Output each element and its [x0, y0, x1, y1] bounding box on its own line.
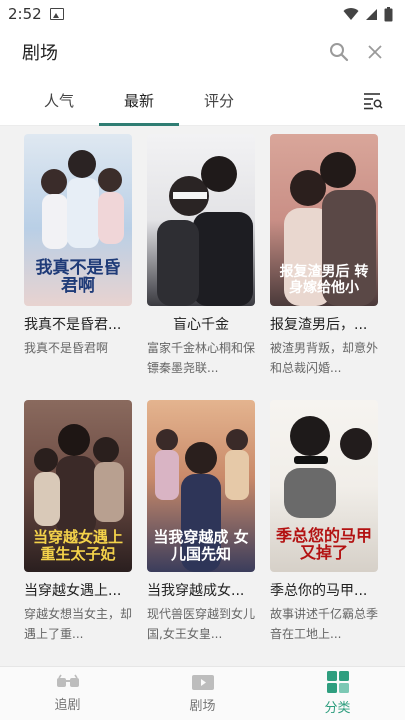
- poster-title-text: 报复渣男后 转身嫁给他小: [279, 264, 369, 296]
- drama-title: 当我穿越成女...: [147, 583, 245, 599]
- drama-description: 被渣男背叛，却意外和总裁闪婚...: [270, 341, 378, 375]
- tab-popularity[interactable]: 人气: [19, 76, 99, 126]
- signal-icon: [366, 8, 377, 20]
- drama-title: 季总你的马甲...: [270, 583, 368, 599]
- drama-description: 我真不是昏君啊: [24, 341, 109, 355]
- drama-poster[interactable]: 当穿越女遇上重生太子妃: [24, 400, 132, 572]
- tab-latest[interactable]: 最新: [99, 76, 179, 126]
- tv-icon: [191, 675, 214, 690]
- drama-description: 富家千金林心桐和保镖秦墨尧联...: [147, 341, 255, 375]
- poster-title-text: 当穿越女遇上重生太子妃: [32, 528, 123, 563]
- drama-poster[interactable]: 报复渣男后 转身嫁给他小: [270, 134, 378, 306]
- status-bar: 2:52: [0, 0, 405, 28]
- drama-title: 我真不是昏君...: [24, 317, 122, 333]
- nav-item-theater[interactable]: 剧场: [135, 667, 270, 720]
- glasses-icon: [56, 674, 79, 687]
- poster-title-text: 我真不是昏君啊: [35, 257, 121, 297]
- nav-label: 剧场: [189, 699, 216, 714]
- filter-list-icon[interactable]: [363, 92, 383, 110]
- drama-title: 报复渣男后，...: [270, 317, 368, 333]
- wifi-icon: [343, 7, 359, 20]
- drama-title: 盲心千金: [173, 317, 229, 333]
- drama-poster[interactable]: 当我穿越成 女儿国先知: [147, 400, 255, 572]
- drama-card[interactable]: 我真不是昏君啊 我真不是昏君... 我真不是昏君啊: [24, 134, 134, 378]
- page-title: 剧场: [22, 43, 58, 64]
- drama-card[interactable]: 当穿越女遇上重生太子妃 当穿越女遇上... 穿越女想当女主，却遇上了重...: [24, 400, 134, 644]
- drama-title: 当穿越女遇上...: [24, 583, 122, 599]
- drama-poster[interactable]: [147, 134, 255, 306]
- drama-poster[interactable]: 我真不是昏君啊: [24, 134, 132, 306]
- image-notification-icon: [49, 8, 64, 20]
- drama-card[interactable]: 报复渣男后 转身嫁给他小 报复渣男后，... 被渣男背叛，却意外和总裁闪婚...: [270, 134, 380, 378]
- drama-card[interactable]: 季总您的马甲 又掉了 季总你的马甲... 故事讲述千亿霸总季音在工地上...: [270, 400, 380, 644]
- drama-description: 故事讲述千亿霸总季音在工地上...: [270, 607, 378, 641]
- nav-label: 分类: [324, 701, 351, 716]
- poster-title-text: 季总您的马甲 又掉了: [275, 525, 372, 563]
- poster-figures: [157, 156, 253, 306]
- drama-card[interactable]: 当我穿越成 女儿国先知 当我穿越成女... 现代兽医穿越到女儿国,女王女皇...: [147, 400, 257, 644]
- bottom-nav: 追剧 剧场 分类: [0, 666, 405, 720]
- close-icon[interactable]: [367, 44, 383, 60]
- nav-item-follow[interactable]: 追剧: [0, 667, 135, 720]
- drama-poster[interactable]: 季总您的马甲 又掉了: [270, 400, 378, 572]
- nav-item-category[interactable]: 分类: [270, 667, 405, 720]
- app-header: 剧场: [0, 28, 405, 76]
- drama-description: 现代兽医穿越到女儿国,女王女皇...: [147, 607, 255, 641]
- grid-icon: [326, 671, 349, 693]
- tab-rating[interactable]: 评分: [179, 76, 259, 126]
- sort-tabs: 人气 最新 评分: [0, 76, 405, 126]
- drama-description: 穿越女想当女主，却遇上了重...: [24, 607, 132, 641]
- battery-icon: [384, 6, 393, 21]
- drama-card[interactable]: 盲心千金 富家千金林心桐和保镖秦墨尧联...: [147, 134, 257, 378]
- nav-label: 追剧: [54, 698, 81, 713]
- status-time: 2:52: [8, 5, 42, 23]
- search-icon[interactable]: [329, 42, 349, 62]
- poster-title-text: 当我穿越成 女儿国先知: [153, 528, 249, 563]
